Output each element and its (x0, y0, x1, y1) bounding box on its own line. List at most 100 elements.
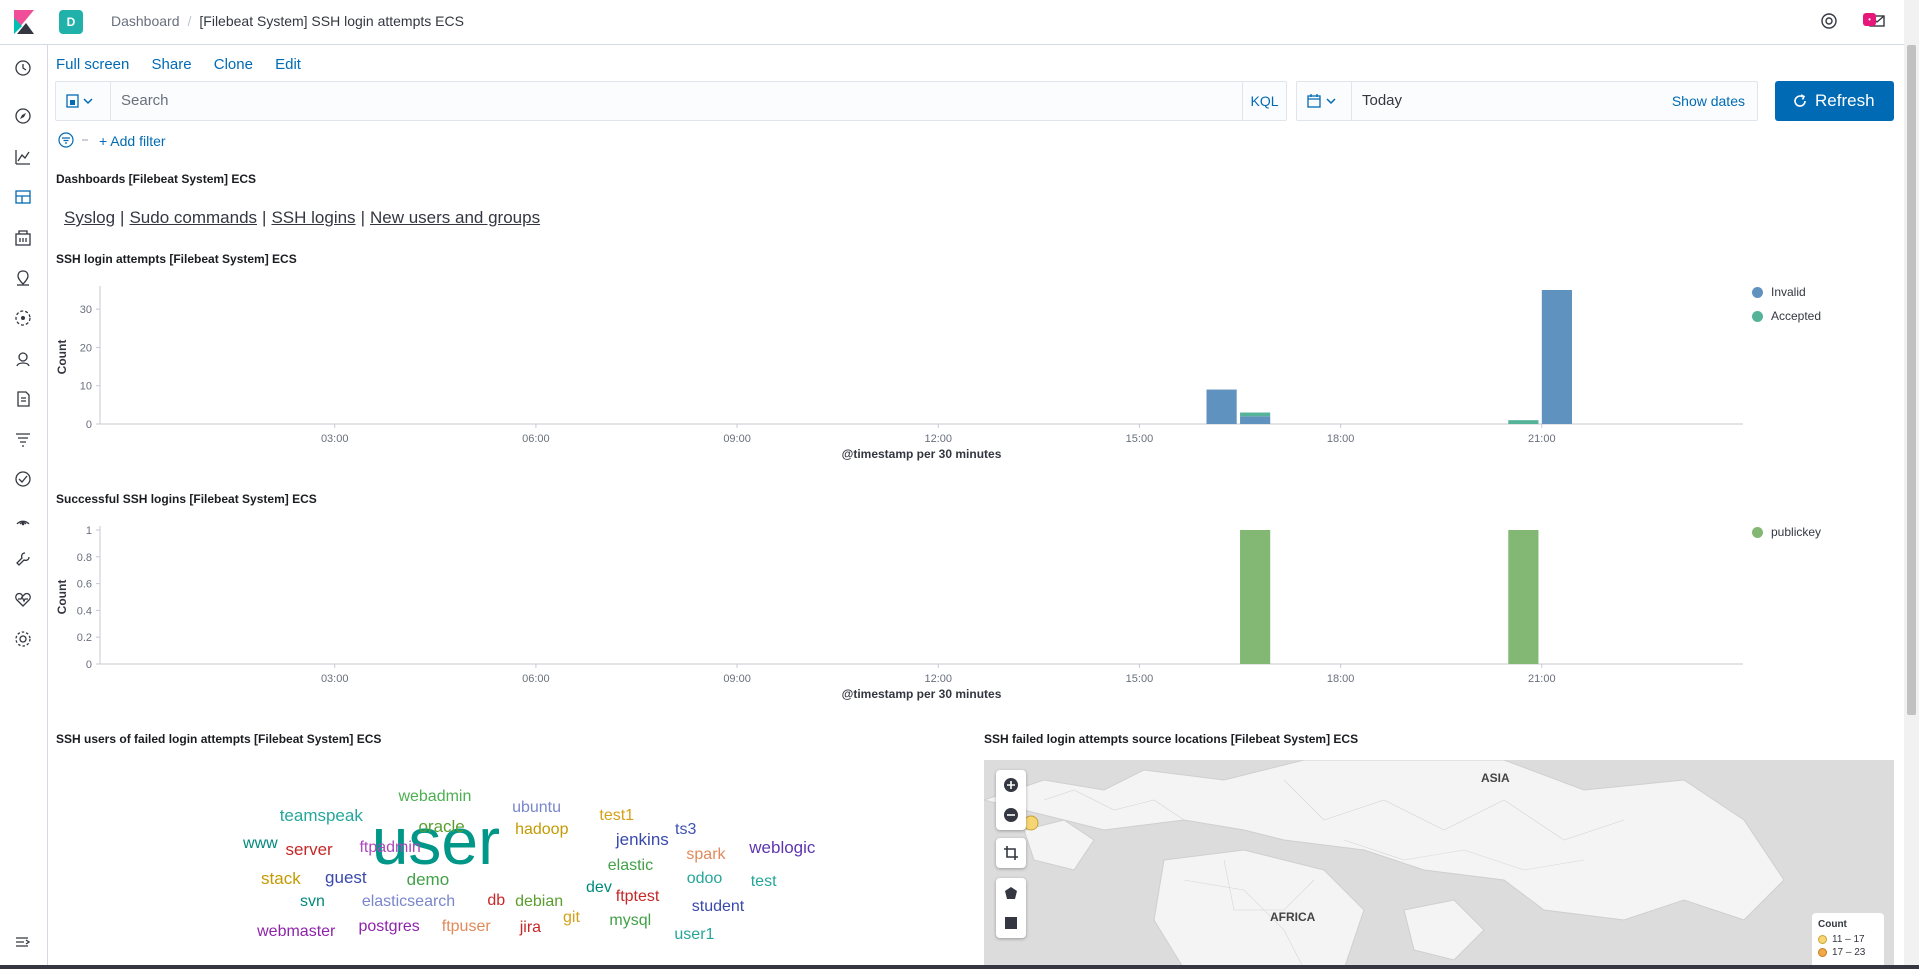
tag-cloud-word[interactable]: elastic (608, 857, 653, 875)
stack-monitoring-icon[interactable] (14, 590, 34, 610)
tag-cloud-word[interactable]: teamspeak (280, 806, 363, 826)
draw-rectangle-button[interactable] (996, 908, 1026, 938)
tag-cloud-word[interactable]: ftptest (616, 888, 660, 906)
link-ssh-logins[interactable]: SSH logins (271, 208, 355, 227)
legend-item[interactable]: publickey (1752, 520, 1821, 544)
quick-select-button[interactable] (1297, 82, 1352, 120)
scrollbar-thumb[interactable] (1907, 45, 1916, 715)
dashboard-icon[interactable] (14, 188, 34, 208)
tag-cloud-word[interactable]: ftpuser (442, 918, 491, 936)
kql-toggle[interactable]: KQL (1242, 82, 1286, 120)
tag-cloud-word[interactable]: db (487, 892, 505, 910)
tag-cloud-word[interactable]: stack (261, 869, 301, 889)
chart-bar[interactable] (1240, 530, 1271, 664)
management-icon[interactable] (14, 630, 34, 650)
tag-cloud-word[interactable]: weblogic (749, 838, 815, 858)
discover-icon[interactable] (14, 107, 34, 127)
page-scrollbar[interactable] (1904, 0, 1919, 969)
polygon-icon (1005, 887, 1017, 899)
tag-cloud-word[interactable]: dev (586, 879, 612, 897)
chart-bar[interactable] (1240, 416, 1271, 424)
tag-cloud-word[interactable]: odoo (687, 870, 723, 888)
edit-button[interactable]: Edit (275, 56, 301, 73)
tag-cloud-word[interactable]: mysql (609, 912, 651, 930)
tag-cloud-word[interactable]: demo (407, 870, 450, 890)
refresh-icon (1794, 94, 1806, 107)
tag-cloud-word[interactable]: ftpadmin (359, 839, 420, 857)
tag-cloud-word[interactable]: ts3 (675, 821, 696, 839)
legend-label: Accepted (1771, 309, 1822, 323)
tag-cloud-word[interactable]: ubuntu (512, 799, 561, 817)
tag-cloud-word[interactable]: guest (325, 868, 367, 888)
visualize-icon[interactable] (14, 148, 34, 168)
chart-bar[interactable] (1541, 290, 1572, 424)
zoom-in-button[interactable] (996, 770, 1026, 800)
uptime-icon[interactable] (14, 470, 34, 490)
tag-cloud-word[interactable]: webadmin (398, 788, 471, 806)
tag-cloud-word[interactable]: test1 (599, 807, 634, 825)
tag-cloud-word[interactable]: hadoop (515, 821, 568, 839)
legend-item[interactable]: Invalid (1752, 280, 1821, 304)
collapse-menu-icon[interactable] (14, 933, 34, 953)
map-point[interactable] (1023, 815, 1039, 831)
tag-cloud-word[interactable]: jenkins (616, 830, 669, 850)
tag-cloud-word[interactable]: www (243, 835, 278, 853)
recently-viewed-icon[interactable] (14, 59, 34, 79)
legend-item[interactable]: Accepted (1752, 304, 1821, 328)
newsfeed-icon[interactable]: • (1863, 12, 1888, 32)
filter-options-icon[interactable] (58, 131, 94, 149)
source-locations-map[interactable]: ASIA AFRICA Count 11 – 17 17 – 23 (984, 760, 1894, 969)
refresh-button[interactable]: Refresh (1775, 81, 1894, 121)
maps-icon[interactable] (14, 269, 34, 289)
link-sudo-commands[interactable]: Sudo commands (129, 208, 257, 227)
share-button[interactable]: Share (152, 56, 192, 73)
link-syslog[interactable]: Syslog (64, 208, 115, 227)
x-tick-label: 09:00 (723, 673, 751, 685)
zoom-out-icon (1004, 808, 1018, 822)
legend-swatch (1752, 310, 1763, 322)
tag-cloud-word[interactable]: test (751, 873, 777, 891)
infrastructure-icon[interactable] (14, 350, 34, 370)
fit-data-bounds-button[interactable] (996, 838, 1026, 868)
breadcrumb-root[interactable]: Dashboard (111, 13, 180, 29)
draw-polygon-button[interactable] (996, 878, 1026, 908)
ml-icon[interactable] (14, 309, 34, 329)
tag-cloud-word[interactable]: webmaster (257, 923, 335, 941)
legend-label: Invalid (1771, 285, 1806, 299)
tag-cloud-word[interactable]: jira (520, 919, 541, 937)
chart-bar[interactable] (1240, 412, 1271, 417)
add-filter-button[interactable]: + Add filter (99, 133, 166, 149)
dev-tools-icon[interactable] (14, 550, 34, 570)
space-avatar[interactable]: D (59, 10, 83, 34)
tag-cloud-word[interactable]: postgres (358, 918, 419, 936)
success-legend: publickey (1752, 520, 1821, 544)
tag-cloud-word[interactable]: student (692, 898, 744, 916)
tag-cloud-word[interactable]: spark (686, 846, 725, 864)
kibana-logo-icon[interactable] (14, 10, 34, 34)
saved-query-button[interactable] (56, 82, 111, 120)
tag-cloud-word[interactable]: oracle (418, 817, 464, 837)
canvas-icon[interactable] (14, 229, 34, 249)
map-legend-item: 11 – 17 (1818, 933, 1878, 946)
tag-cloud-word[interactable]: user1 (674, 926, 714, 944)
tag-cloud-word[interactable]: elasticsearch (362, 893, 455, 911)
tag-cloud-word[interactable]: svn (300, 893, 325, 911)
link-new-users-groups[interactable]: New users and groups (370, 208, 540, 227)
tag-cloud-word[interactable]: server (285, 840, 332, 860)
chart-bar[interactable] (1508, 530, 1539, 664)
show-dates-link[interactable]: Show dates (1672, 93, 1745, 109)
full-screen-button[interactable]: Full screen (56, 56, 129, 73)
date-range-value[interactable]: Today (1362, 92, 1402, 109)
tag-cloud-word[interactable]: debian (515, 893, 563, 911)
apm-icon[interactable] (14, 430, 34, 450)
logs-icon[interactable] (14, 390, 34, 410)
zoom-out-button[interactable] (996, 800, 1026, 830)
clone-button[interactable]: Clone (214, 56, 253, 73)
chart-bar[interactable] (1508, 420, 1539, 424)
tag-cloud-word[interactable]: git (563, 909, 580, 927)
chart-bar[interactable] (1206, 389, 1237, 424)
search-input[interactable]: Search (121, 92, 169, 109)
siem-icon[interactable] (14, 510, 34, 530)
help-icon[interactable] (1820, 12, 1840, 32)
x-tick-label: 18:00 (1327, 673, 1355, 685)
